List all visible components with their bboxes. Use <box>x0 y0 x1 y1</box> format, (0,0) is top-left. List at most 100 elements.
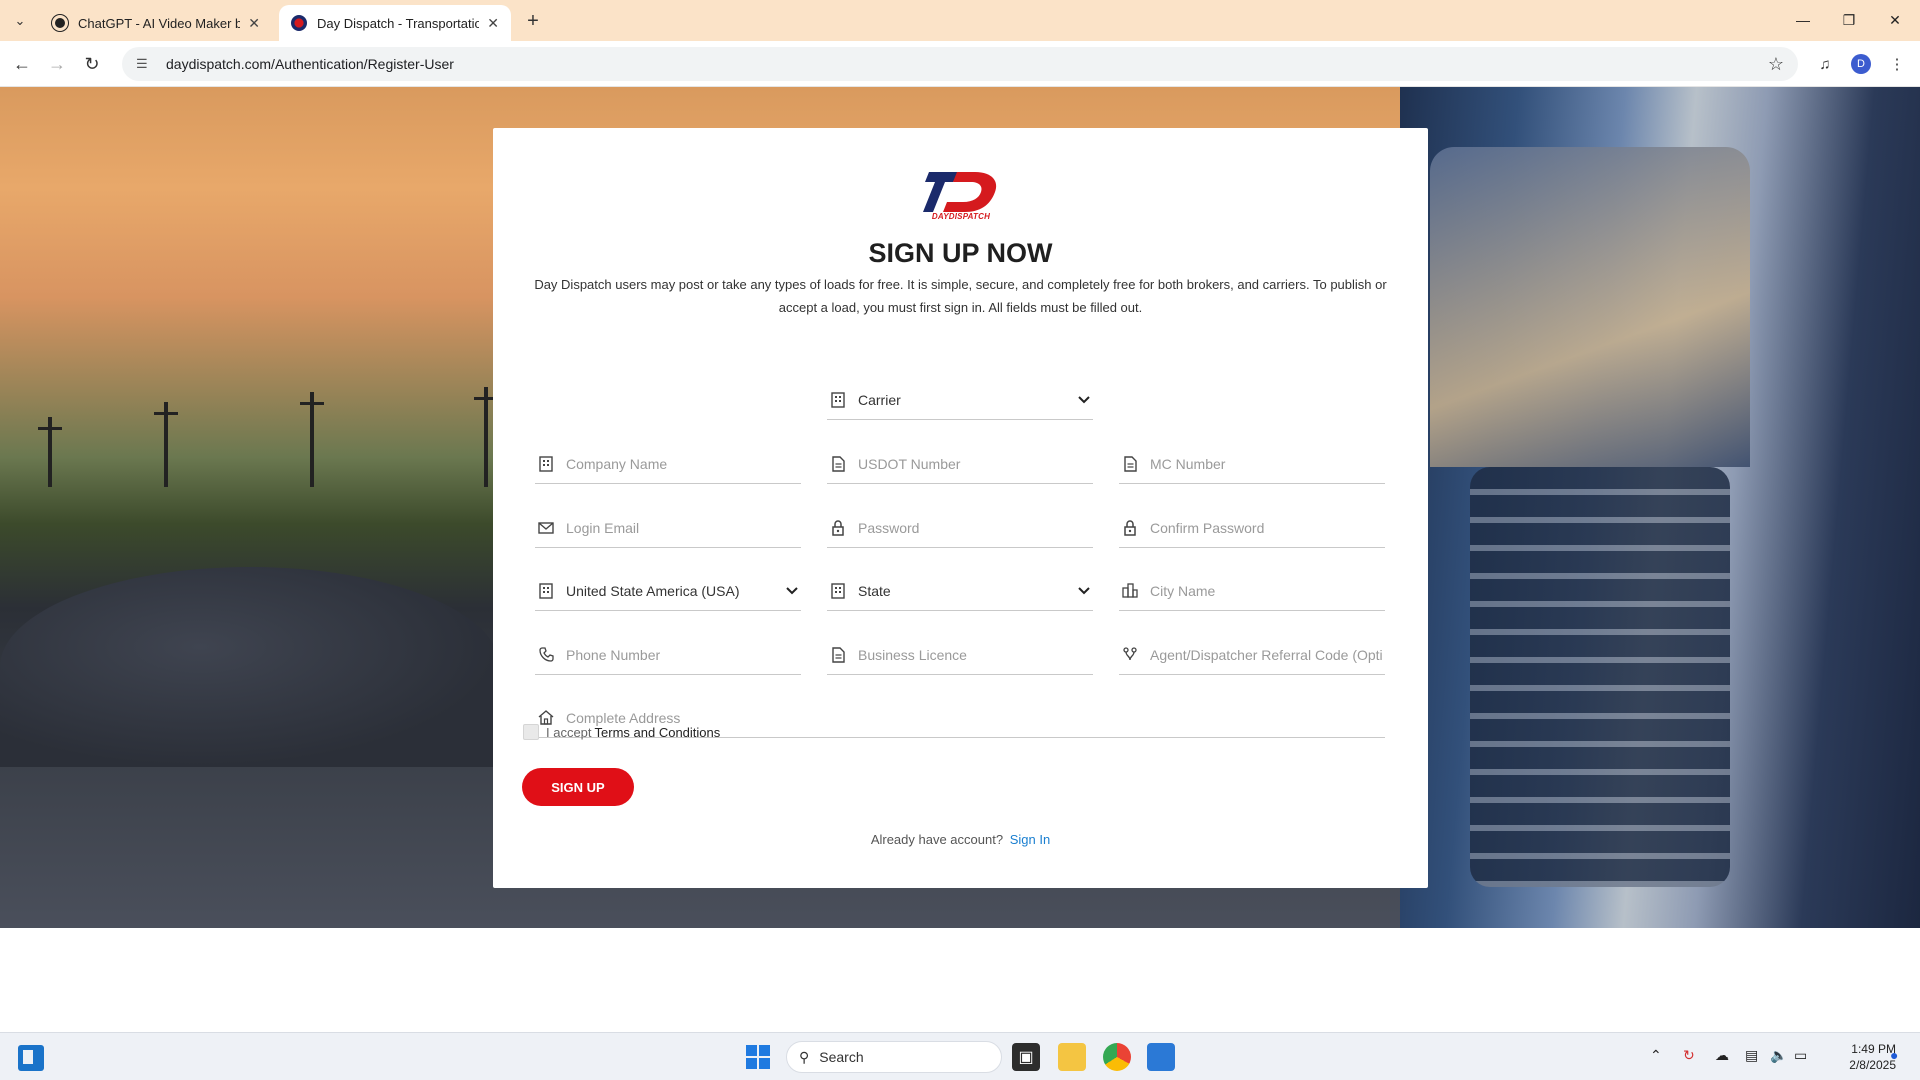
widgets-icon[interactable] <box>18 1045 44 1071</box>
state-select[interactable]: State <box>827 571 1093 611</box>
chatgpt-favicon-icon <box>52 15 68 31</box>
tab-chatgpt[interactable]: ChatGPT - AI Video Maker by D ✕ <box>40 5 272 41</box>
state-value: State <box>858 582 891 599</box>
sign-in-link[interactable]: Sign In <box>1010 832 1050 847</box>
business-licence-field[interactable] <box>827 635 1093 675</box>
tab-title: ChatGPT - AI Video Maker by D <box>78 15 241 31</box>
confirm-password-input[interactable] <box>1148 518 1385 537</box>
building-icon <box>829 582 847 600</box>
terms-link[interactable]: Terms and Conditions <box>595 725 721 740</box>
business-licence-input[interactable] <box>856 645 1093 664</box>
profile-initial: D <box>1851 54 1871 74</box>
close-tab-icon[interactable]: ✕ <box>487 15 499 32</box>
company-name-input[interactable] <box>564 454 801 473</box>
onedrive-icon[interactable]: ☁ <box>1715 1047 1729 1064</box>
forward-icon[interactable]: → <box>45 52 69 76</box>
volume-icon[interactable]: 🔈 <box>1770 1047 1787 1064</box>
start-button-icon[interactable] <box>746 1045 770 1069</box>
chevron-down-icon <box>785 584 799 598</box>
password-field[interactable] <box>827 508 1093 548</box>
building-icon <box>537 455 555 473</box>
power-pole <box>300 392 324 487</box>
bookmark-star-icon[interactable]: ☆ <box>1768 54 1784 75</box>
country-select[interactable]: United State America (USA) <box>535 571 801 611</box>
address-bar-row: ← → ↻ ☰ daydispatch.com/Authentication/R… <box>0 41 1920 87</box>
file-explorer-icon[interactable] <box>1058 1043 1086 1071</box>
back-icon[interactable]: ← <box>10 52 34 76</box>
terms-row: I accept Terms and Conditions <box>523 724 720 740</box>
login-email-field[interactable] <box>535 508 801 548</box>
site-settings-icon[interactable]: ☰ <box>136 56 156 72</box>
signup-card: DAYDISPATCH SIGN UP NOW Day Dispatch use… <box>493 128 1428 888</box>
account-type-select[interactable]: Carrier <box>827 380 1093 420</box>
password-input[interactable] <box>856 518 1093 537</box>
notepad-icon[interactable] <box>1147 1043 1175 1071</box>
windows-taskbar: ⚲ Search ▣ ⌃ ↻ ☁ ▤ 🔈 ▭ 1:49 PM 2/8/2025 … <box>0 1032 1920 1080</box>
document-icon <box>1121 455 1139 473</box>
referral-code-input[interactable] <box>1148 645 1385 664</box>
usdot-number-input[interactable] <box>856 454 1093 473</box>
usdot-number-field[interactable] <box>827 444 1093 484</box>
page-bottom-area <box>0 928 1920 1032</box>
minimize-icon[interactable]: — <box>1780 8 1826 32</box>
close-window-icon[interactable]: ✕ <box>1872 8 1918 32</box>
close-tab-icon[interactable]: ✕ <box>248 15 260 32</box>
day-dispatch-favicon-icon <box>291 15 307 31</box>
truck-grill <box>1470 467 1730 887</box>
logo-wordmark: DAYDISPATCH <box>931 212 991 221</box>
phone-number-input[interactable] <box>564 645 801 664</box>
referral-code-field[interactable] <box>1119 635 1385 675</box>
tab-title: Day Dispatch - Transportation | <box>317 15 480 31</box>
taskbar-search[interactable]: ⚲ Search <box>786 1041 1002 1073</box>
day-dispatch-logo: DAYDISPATCH <box>923 168 999 222</box>
tab-day-dispatch[interactable]: Day Dispatch - Transportation | ✕ <box>279 5 511 41</box>
power-pole <box>38 417 62 487</box>
building-icon <box>537 582 555 600</box>
code-branch-icon <box>1121 646 1139 664</box>
document-icon <box>829 455 847 473</box>
terms-checkbox[interactable] <box>523 724 539 740</box>
power-poles <box>0 337 498 487</box>
company-name-field[interactable] <box>535 444 801 484</box>
phone-icon <box>537 646 555 664</box>
mc-number-field[interactable] <box>1119 444 1385 484</box>
already-text: Already have account? <box>870 832 1004 847</box>
network-icon[interactable]: ▤ <box>1745 1047 1758 1064</box>
mc-number-input[interactable] <box>1148 454 1385 473</box>
login-email-input[interactable] <box>564 518 801 537</box>
tab-search-menu-icon[interactable]: ⌄ <box>8 9 32 33</box>
power-pole <box>474 387 498 487</box>
already-have-account: Already have account? Sign In <box>493 832 1428 847</box>
document-icon <box>829 646 847 664</box>
new-tab-icon[interactable]: + <box>520 8 546 34</box>
task-view-icon[interactable]: ▣ <box>1012 1043 1040 1071</box>
omnibox[interactable]: ☰ daydispatch.com/Authentication/Registe… <box>122 47 1798 81</box>
building-icon <box>829 391 847 409</box>
media-controls-icon[interactable]: ♫ <box>1813 52 1837 76</box>
signup-button[interactable]: SIGN UP <box>522 768 634 806</box>
restore-icon[interactable]: ❐ <box>1826 8 1872 32</box>
terms-prefix: I accept <box>546 724 592 740</box>
profile-avatar[interactable]: D <box>1849 52 1873 76</box>
gravel-pile <box>0 567 500 767</box>
phone-number-field[interactable] <box>535 635 801 675</box>
clock-time: 1:49 PM <box>1851 1042 1896 1056</box>
notification-bell-icon[interactable]: ● <box>1890 1047 1898 1063</box>
city-name-input[interactable] <box>1148 581 1385 600</box>
logo-mark-icon <box>923 172 997 212</box>
reload-icon[interactable]: ↻ <box>80 52 104 76</box>
power-pole <box>154 402 178 487</box>
sync-icon[interactable]: ↻ <box>1683 1047 1695 1064</box>
signup-description: Day Dispatch users may post or take any … <box>534 277 1387 315</box>
chrome-menu-icon[interactable]: ⋮ <box>1885 52 1909 76</box>
truck-cab <box>1430 147 1750 467</box>
battery-icon[interactable]: ▭ <box>1794 1047 1807 1064</box>
show-hidden-icons[interactable]: ⌃ <box>1650 1047 1662 1064</box>
url-text[interactable]: daydispatch.com/Authentication/Register-… <box>166 56 454 72</box>
clock-date: 2/8/2025 <box>1849 1058 1896 1072</box>
confirm-password-field[interactable] <box>1119 508 1385 548</box>
chrome-taskbar-icon[interactable] <box>1103 1043 1131 1071</box>
system-clock[interactable]: 1:49 PM 2/8/2025 <box>1816 1041 1896 1073</box>
page-content: DAYDISPATCH SIGN UP NOW Day Dispatch use… <box>0 87 1920 928</box>
city-name-field[interactable] <box>1119 571 1385 611</box>
